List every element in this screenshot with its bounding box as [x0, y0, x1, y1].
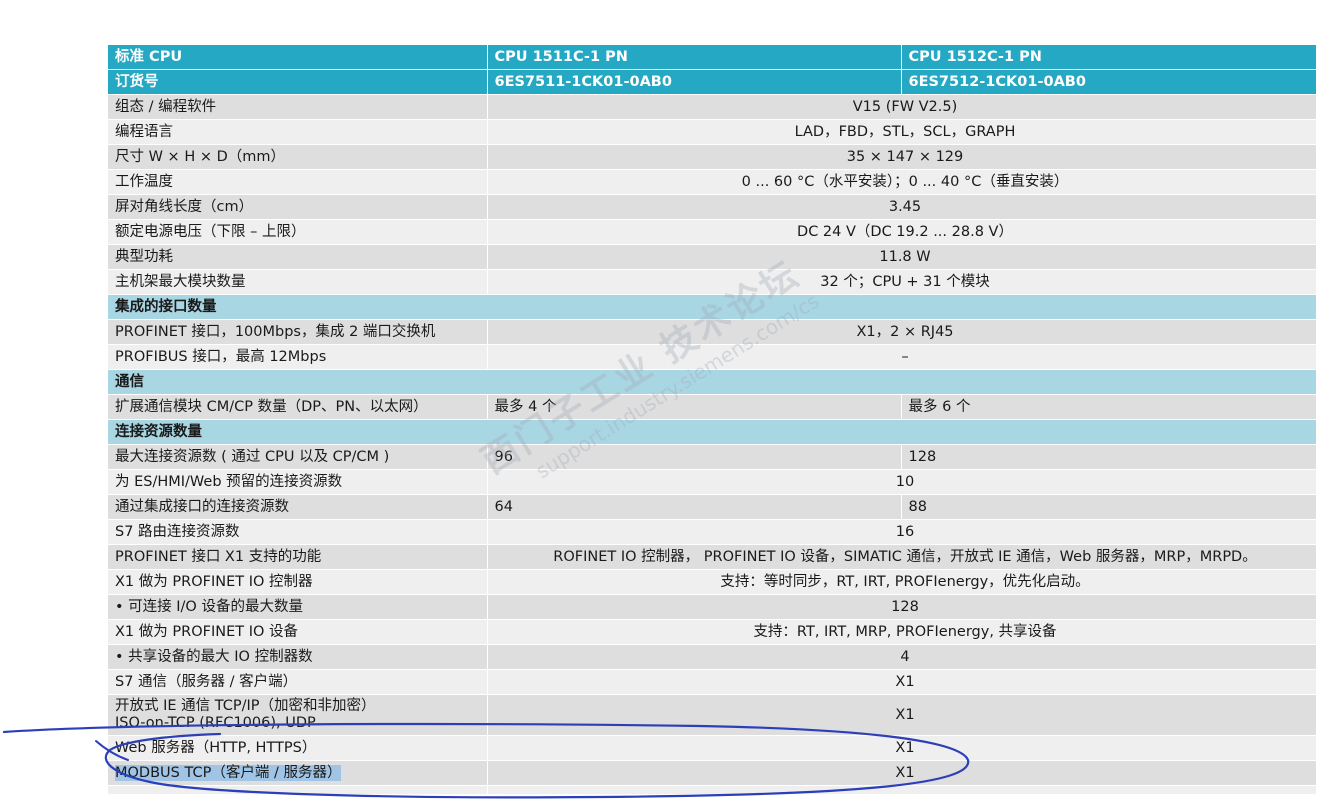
row-value: 4 [487, 644, 1317, 670]
row-value-1511c: 最多 4 个 [487, 394, 902, 420]
row-value: X1 [487, 735, 1317, 761]
row-label: 工作温度 [108, 169, 488, 195]
header-label: 标准 CPU [108, 45, 488, 70]
section-title: 连接资源数量 [108, 419, 1317, 445]
cpu-spec-table: 标准 CPU CPU 1511C-1 PN CPU 1512C-1 PN 订货号… [108, 45, 1317, 795]
order-label: 订货号 [108, 69, 488, 95]
table-row: S7 路由连接资源数 16 [108, 519, 1317, 545]
table-row: PROFIBUS 接口，最高 12Mbps – [108, 344, 1317, 370]
row-label: PROFINET 接口 X1 支持的功能 [108, 544, 488, 570]
row-label: 屏对角线长度（cm） [108, 194, 488, 220]
table-row: 开放式 IE 通信 TCP/IP（加密和非加密） ISO-on-TCP (RFC… [108, 694, 1317, 736]
row-value: ROFINET IO 控制器， PROFINET IO 设备，SIMATIC 通… [487, 544, 1317, 570]
row-value: – [487, 344, 1317, 370]
table-row: 通过集成接口的连接资源数 64 88 [108, 494, 1317, 520]
row-label: 组态 / 编程软件 [108, 94, 488, 120]
row-value: 11.8 W [487, 244, 1317, 270]
table-row: Web 服务器（HTTP, HTTPS） X1 [108, 735, 1317, 761]
section-header-connections: 连接资源数量 [108, 419, 1317, 445]
table-row: 额定电源电压（下限 – 上限） DC 24 V（DC 19.2 ... 28.8… [108, 219, 1317, 245]
table-row: 为 ES/HMI/Web 预留的连接资源数 10 [108, 469, 1317, 495]
selected-text-highlight: MODBUS TCP（客户端 / 服务器） [115, 764, 342, 781]
row-value: 10 [487, 469, 1317, 495]
table-row: 工作温度 0 ... 60 °C（水平安装）；0 ... 40 °C（垂直安装） [108, 169, 1317, 195]
row-value-1512c: 最多 6 个 [901, 394, 1317, 420]
row-label: 扩展通信模块 CM/CP 数量（DP、PN、以太网） [108, 394, 488, 420]
row-value: LAD，FBD，STL，SCL，GRAPH [487, 119, 1317, 145]
row-label: PROFIBUS 接口，最高 12Mbps [108, 344, 488, 370]
order-number-row: 订货号 6ES7511-1CK01-0AB0 6ES7512-1CK01-0AB… [108, 69, 1317, 95]
row-label: S7 路由连接资源数 [108, 519, 488, 545]
row-value-1512c: 88 [901, 494, 1317, 520]
row-label: 典型功耗 [108, 244, 488, 270]
table-row: 典型功耗 11.8 W [108, 244, 1317, 270]
table-row: • 共享设备的最大 IO 控制器数 4 [108, 644, 1317, 670]
table-row-cut-off [108, 785, 1317, 795]
row-label: 开放式 IE 通信 TCP/IP（加密和非加密） ISO-on-TCP (RFC… [108, 694, 488, 736]
row-label: X1 做为 PROFINET IO 设备 [108, 619, 488, 645]
row-label: Web 服务器（HTTP, HTTPS） [108, 735, 488, 761]
table-row: 扩展通信模块 CM/CP 数量（DP、PN、以太网） 最多 4 个 最多 6 个 [108, 394, 1317, 420]
section-header-communication: 通信 [108, 369, 1317, 395]
row-value: X1 [487, 760, 1317, 786]
table-row: 尺寸 W × H × D（mm） 35 × 147 × 129 [108, 144, 1317, 170]
row-label-line: 开放式 IE 通信 TCP/IP（加密和非加密） [115, 698, 376, 714]
row-value: 16 [487, 519, 1317, 545]
row-value: 128 [487, 594, 1317, 620]
row-label: 尺寸 W × H × D（mm） [108, 144, 488, 170]
row-value-1511c: 96 [487, 444, 902, 470]
order-cpu-1511c: 6ES7511-1CK01-0AB0 [487, 69, 902, 95]
order-cpu-1512c: 6ES7512-1CK01-0AB0 [901, 69, 1317, 95]
row-value: 3.45 [487, 194, 1317, 220]
row-value: 支持：RT, IRT, MRP, PROFIenergy, 共享设备 [487, 619, 1317, 645]
modbus-row: MODBUS TCP（客户端 / 服务器） X1 [108, 760, 1317, 786]
table-row: 编程语言 LAD，FBD，STL，SCL，GRAPH [108, 119, 1317, 145]
table-row: PROFINET 接口 X1 支持的功能 ROFINET IO 控制器， PRO… [108, 544, 1317, 570]
row-label: 主机架最大模块数量 [108, 269, 488, 295]
header-cpu-1511c: CPU 1511C-1 PN [487, 45, 902, 70]
row-label: • 共享设备的最大 IO 控制器数 [108, 644, 488, 670]
row-label-line: ISO-on-TCP (RFC1006), UDP [115, 715, 316, 731]
table-row: X1 做为 PROFINET IO 控制器 支持：等时同步，RT, IRT, P… [108, 569, 1317, 595]
row-value: 35 × 147 × 129 [487, 144, 1317, 170]
spec-document: 标准 CPU CPU 1511C-1 PN CPU 1512C-1 PN 订货号… [108, 45, 1317, 795]
row-value: V15 (FW V2.5) [487, 94, 1317, 120]
section-header-interfaces: 集成的接口数量 [108, 294, 1317, 320]
header-row: 标准 CPU CPU 1511C-1 PN CPU 1512C-1 PN [108, 45, 1317, 70]
row-label: 编程语言 [108, 119, 488, 145]
row-label: 通过集成接口的连接资源数 [108, 494, 488, 520]
row-value: X1，2 × RJ45 [487, 319, 1317, 345]
row-value: DC 24 V（DC 19.2 ... 28.8 V） [487, 219, 1317, 245]
row-label: 为 ES/HMI/Web 预留的连接资源数 [108, 469, 488, 495]
table-row: • 可连接 I/O 设备的最大数量 128 [108, 594, 1317, 620]
row-value: 支持：等时同步，RT, IRT, PROFIenergy，优先化启动。 [487, 569, 1317, 595]
row-label: MODBUS TCP（客户端 / 服务器） [108, 760, 488, 786]
table-row: 组态 / 编程软件 V15 (FW V2.5) [108, 94, 1317, 120]
row-label [108, 785, 488, 795]
row-label: • 可连接 I/O 设备的最大数量 [108, 594, 488, 620]
row-label: X1 做为 PROFINET IO 控制器 [108, 569, 488, 595]
row-value: 32 个；CPU + 31 个模块 [487, 269, 1317, 295]
row-label: 额定电源电压（下限 – 上限） [108, 219, 488, 245]
row-value [487, 785, 1317, 795]
table-row: 屏对角线长度（cm） 3.45 [108, 194, 1317, 220]
row-value: X1 [487, 669, 1317, 695]
row-value-1512c: 128 [901, 444, 1317, 470]
row-label: PROFINET 接口，100Mbps，集成 2 端口交换机 [108, 319, 488, 345]
header-cpu-1512c: CPU 1512C-1 PN [901, 45, 1317, 70]
table-row: X1 做为 PROFINET IO 设备 支持：RT, IRT, MRP, PR… [108, 619, 1317, 645]
table-row: 最大连接资源数 ( 通过 CPU 以及 CP/CM ) 96 128 [108, 444, 1317, 470]
row-value: 0 ... 60 °C（水平安装）；0 ... 40 °C（垂直安装） [487, 169, 1317, 195]
row-value: X1 [487, 694, 1317, 736]
section-title: 通信 [108, 369, 1317, 395]
row-label: S7 通信（服务器 / 客户端） [108, 669, 488, 695]
row-value-1511c: 64 [487, 494, 902, 520]
section-title: 集成的接口数量 [108, 294, 1317, 320]
table-row: 主机架最大模块数量 32 个；CPU + 31 个模块 [108, 269, 1317, 295]
table-row: PROFINET 接口，100Mbps，集成 2 端口交换机 X1，2 × RJ… [108, 319, 1317, 345]
table-row: S7 通信（服务器 / 客户端） X1 [108, 669, 1317, 695]
row-label: 最大连接资源数 ( 通过 CPU 以及 CP/CM ) [108, 444, 488, 470]
